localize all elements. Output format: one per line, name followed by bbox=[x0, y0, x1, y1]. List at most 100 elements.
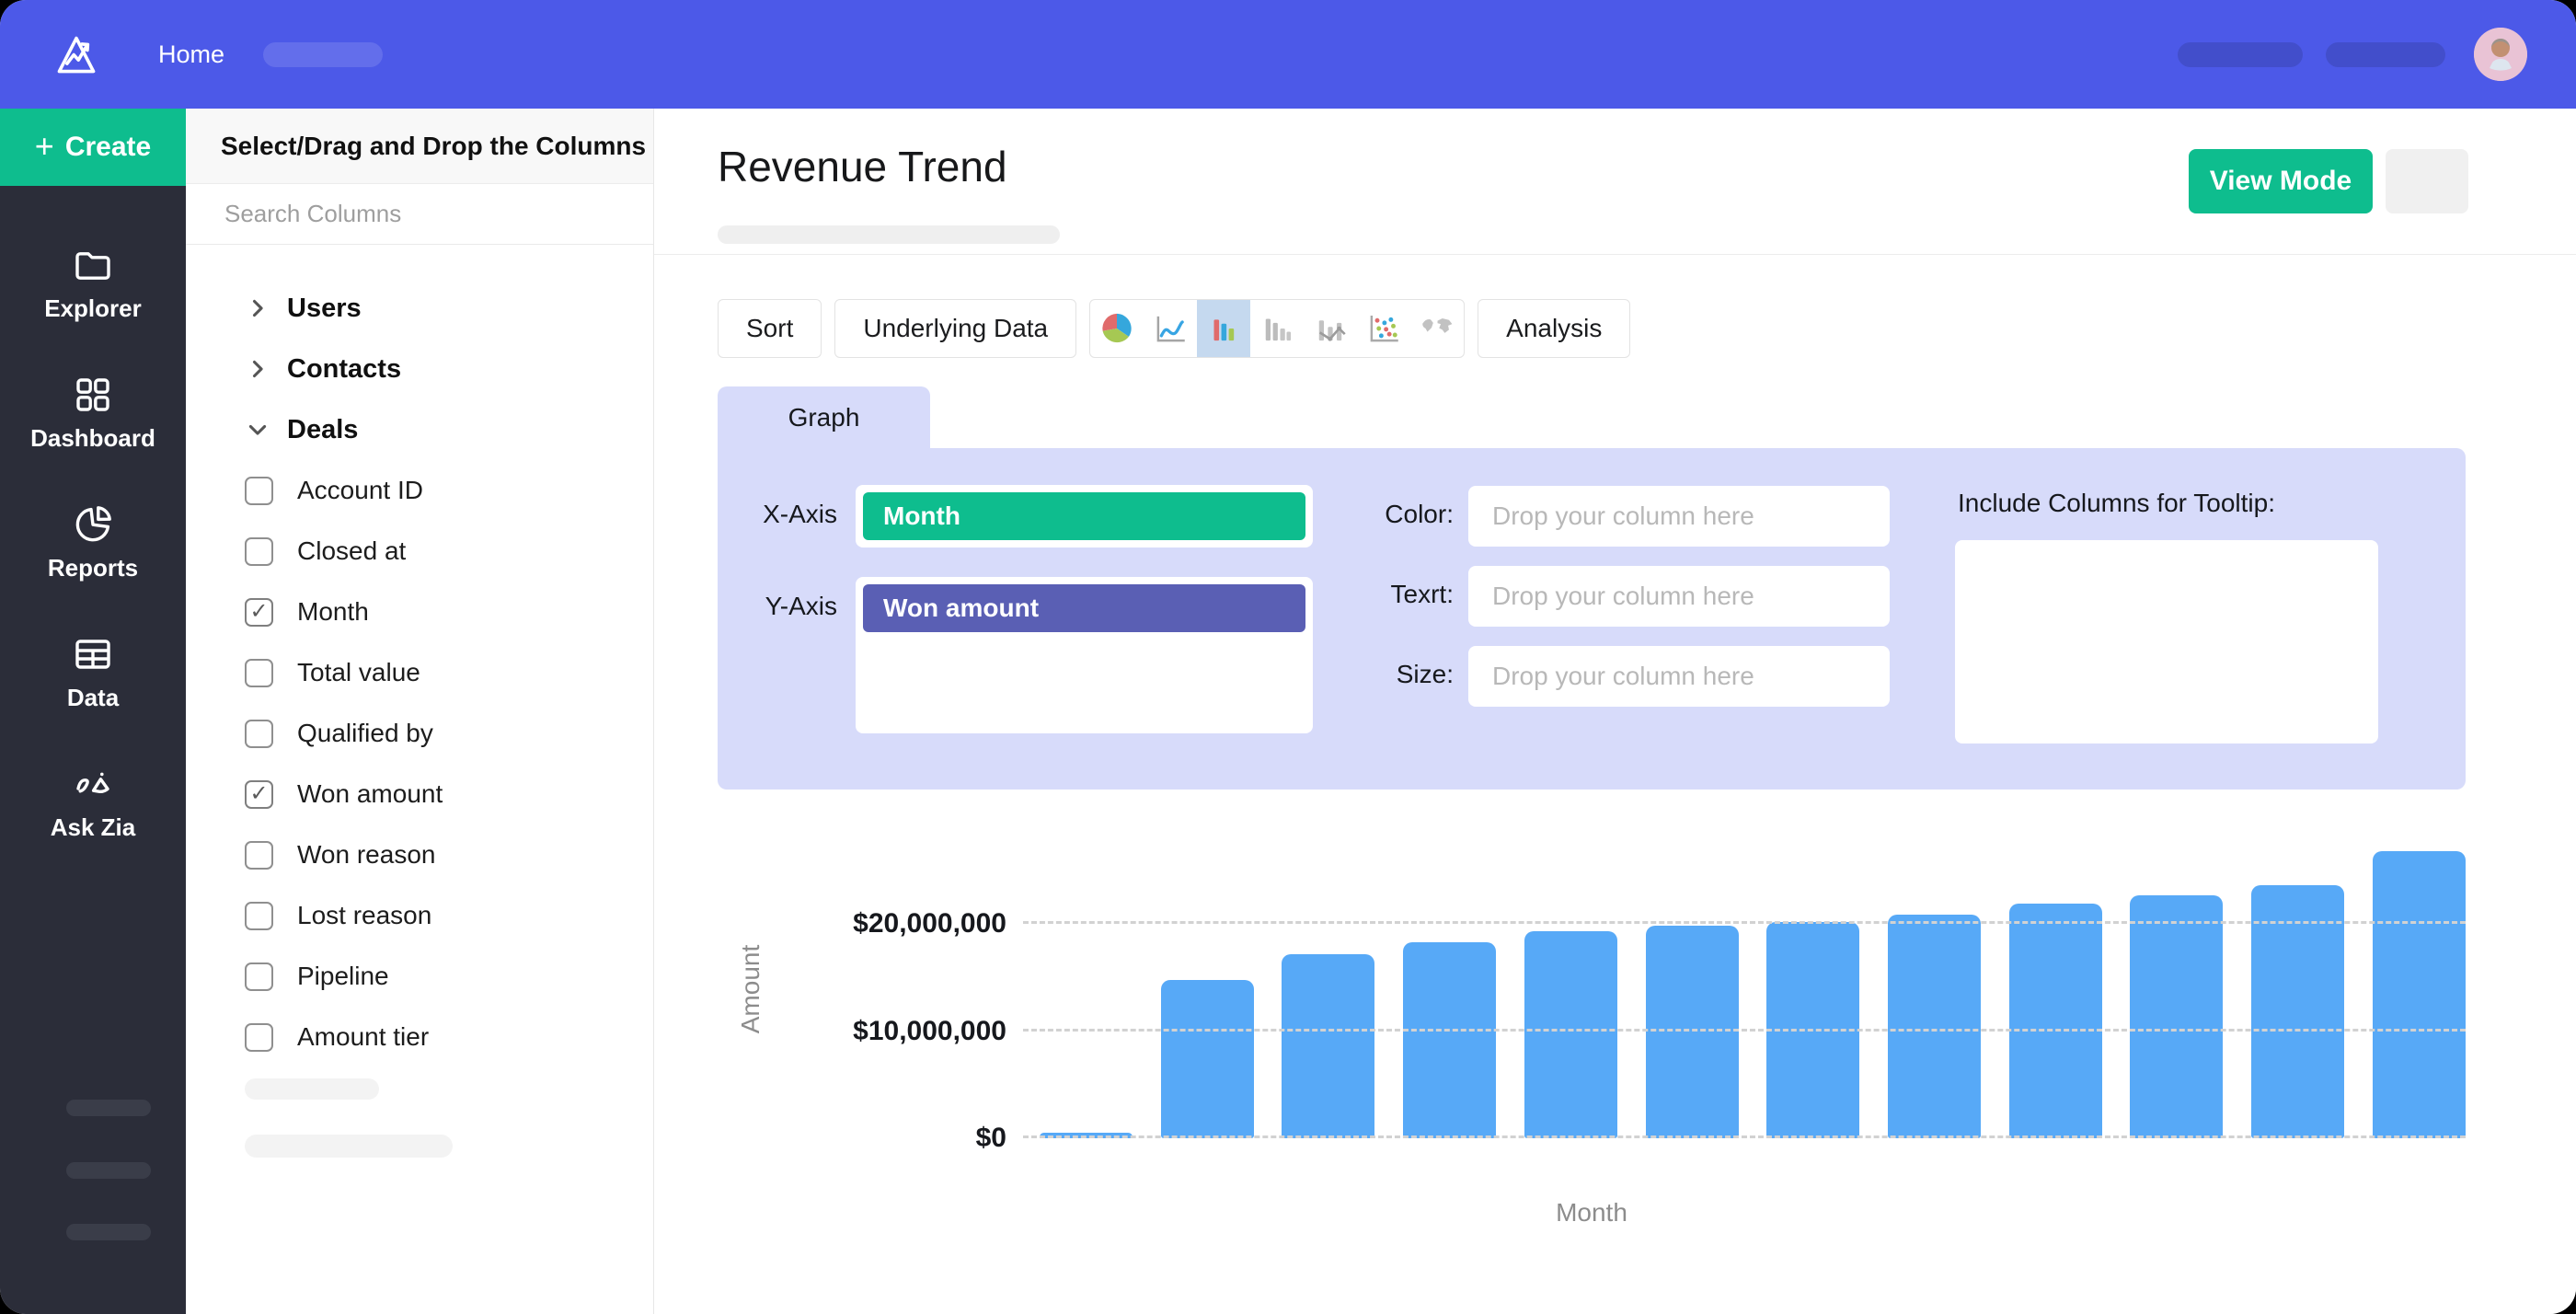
tree-field-amount-tier[interactable]: ✓ Amount tier bbox=[186, 1007, 653, 1067]
y-axis-ticks: Amount $0$10,000,000$20,000,000 bbox=[718, 837, 1040, 1138]
tree-item-label: Total value bbox=[297, 658, 420, 687]
y-axis-title: Amount bbox=[736, 897, 765, 1081]
check-icon: ✓ bbox=[249, 601, 268, 623]
folder-icon bbox=[71, 243, 115, 287]
create-button-label: Create bbox=[65, 132, 151, 163]
checkbox-lost-reason[interactable]: ✓ bbox=[245, 902, 273, 930]
sidebar-item-dashboard[interactable]: Dashboard bbox=[30, 373, 155, 453]
tree-group-contacts[interactable]: Contacts bbox=[186, 339, 653, 399]
checkbox-closed-at[interactable]: ✓ bbox=[245, 537, 273, 566]
sidebar-nav: Explorer Dashboard Reports Data Ask Zia bbox=[0, 186, 186, 892]
tooltip-columns-dropwell[interactable] bbox=[1955, 540, 2378, 743]
sidebar-item-label: Dashboard bbox=[30, 424, 155, 453]
checkbox-won-reason[interactable]: ✓ bbox=[245, 841, 273, 870]
chart-type-switcher bbox=[1089, 299, 1465, 358]
bar-month-6 bbox=[1646, 926, 1739, 1138]
plot-area bbox=[1040, 837, 2466, 1138]
checkbox-won-amount[interactable]: ✓ bbox=[245, 780, 273, 809]
tree-item-label: Account ID bbox=[297, 476, 423, 505]
analytics-logo-icon[interactable] bbox=[52, 29, 101, 79]
checkbox-total-value[interactable]: ✓ bbox=[245, 659, 273, 687]
sidebar-skeleton-pill bbox=[66, 1224, 151, 1240]
app-window: Home + Create Explorer Dashboard Reports Da… bbox=[0, 0, 2576, 1314]
sidebar-item-data[interactable]: Data bbox=[67, 632, 119, 712]
chevron-right-icon[interactable] bbox=[245, 356, 270, 382]
tree-field-qualified-by[interactable]: ✓Qualified by bbox=[186, 703, 653, 764]
tree-item-label: Amount tier bbox=[297, 1022, 429, 1052]
chevron-down-icon[interactable] bbox=[245, 417, 270, 443]
size-drop-input[interactable] bbox=[1468, 646, 1890, 707]
x-axis-chip[interactable]: Month bbox=[863, 492, 1305, 540]
x-axis-title: Month bbox=[718, 1198, 2466, 1228]
columns-skeleton-pill bbox=[245, 1135, 453, 1158]
topbar-skeleton-pill bbox=[2326, 42, 2445, 67]
map-chart-icon[interactable] bbox=[1410, 300, 1464, 357]
checkbox-qualified-by[interactable]: ✓ bbox=[245, 720, 273, 748]
tree-item-label: Deals bbox=[287, 415, 358, 445]
tree-field-pipeline[interactable]: ✓Pipeline bbox=[186, 946, 653, 1007]
tree-item-label: Won amount bbox=[297, 779, 443, 809]
bar-month-12 bbox=[2373, 851, 2466, 1138]
tab-graph[interactable]: Graph bbox=[718, 386, 930, 449]
placeholder-button[interactable] bbox=[2386, 149, 2468, 213]
color-drop-input[interactable] bbox=[1468, 486, 1890, 547]
tree-item-label: Month bbox=[297, 597, 369, 627]
tree-item-label: Closed at bbox=[297, 536, 406, 566]
bar-month-2 bbox=[1161, 980, 1254, 1138]
columns-skeleton-pill bbox=[245, 1078, 379, 1100]
tree-field-closed-at[interactable]: ✓ Closed at bbox=[186, 521, 653, 582]
bars-container bbox=[1040, 837, 2466, 1138]
text-drop-input[interactable] bbox=[1468, 566, 1890, 627]
gridline bbox=[1023, 1029, 2466, 1032]
sidebar-item-reports[interactable]: Reports bbox=[48, 502, 138, 582]
sort-button[interactable]: Sort bbox=[718, 299, 822, 358]
tree-field-lost-reason[interactable]: ✓Lost reason bbox=[186, 885, 653, 946]
checkbox-month[interactable]: ✓ bbox=[245, 598, 273, 627]
sidebar-item-label: Data bbox=[67, 684, 119, 712]
underlying-data-button[interactable]: Underlying Data bbox=[834, 299, 1076, 358]
nav-home[interactable]: Home bbox=[158, 0, 224, 109]
scatter-chart-icon[interactable] bbox=[1357, 300, 1410, 357]
main-area: Revenue Trend View Mode Sort Underlying … bbox=[654, 109, 2576, 1314]
sidebar-item-explorer[interactable]: Explorer bbox=[44, 243, 142, 323]
grid-icon bbox=[71, 373, 115, 417]
bar-month-10 bbox=[2130, 895, 2223, 1138]
checkbox-account-id[interactable]: ✓ bbox=[245, 477, 273, 505]
x-axis-dropwell[interactable]: Month bbox=[856, 485, 1313, 548]
tooltip-columns-label: Include Columns for Tooltip: bbox=[1958, 489, 2275, 518]
sidebar-item-ask-zia[interactable]: Ask Zia bbox=[51, 762, 136, 842]
create-button[interactable]: + Create bbox=[0, 109, 186, 186]
view-mode-button[interactable]: View Mode bbox=[2189, 149, 2373, 213]
tree-field-account-id[interactable]: ✓ Account ID bbox=[186, 460, 653, 521]
toolbar: Sort Underlying Data Analysis bbox=[718, 299, 1630, 358]
sidebar-skeleton-pill bbox=[66, 1100, 151, 1116]
bar-line-chart-icon[interactable] bbox=[1304, 300, 1357, 357]
sidebar-item-label: Reports bbox=[48, 554, 138, 582]
y-axis-dropwell[interactable]: Won amount bbox=[856, 577, 1313, 733]
checkbox-amount-tier[interactable]: ✓ bbox=[245, 1023, 273, 1052]
user-avatar[interactable] bbox=[2474, 28, 2527, 81]
search-columns-input[interactable] bbox=[186, 184, 653, 244]
tree-group-deals[interactable]: Deals bbox=[186, 399, 653, 460]
chevron-right-icon[interactable] bbox=[245, 295, 270, 321]
tree-field-won-reason[interactable]: ✓ Won reason bbox=[186, 824, 653, 885]
bar-chart-icon[interactable] bbox=[1197, 300, 1250, 357]
bar-chart-gray-icon[interactable] bbox=[1250, 300, 1304, 357]
tree-item-label: Won reason bbox=[297, 840, 435, 870]
columns-panel: Select/Drag and Drop the Columns UsersCo… bbox=[186, 109, 654, 1314]
topbar: Home bbox=[0, 0, 2576, 109]
y-axis-chip[interactable]: Won amount bbox=[863, 584, 1305, 632]
tree-item-label: Contacts bbox=[287, 354, 401, 385]
tree-field-won-amount[interactable]: ✓ Won amount bbox=[186, 764, 653, 824]
tree-field-month[interactable]: ✓ Month bbox=[186, 582, 653, 642]
sidebar-item-label: Ask Zia bbox=[51, 813, 136, 842]
topbar-skeleton-pill bbox=[263, 42, 383, 67]
checkbox-pipeline[interactable]: ✓ bbox=[245, 962, 273, 991]
tree-group-users[interactable]: Users bbox=[186, 278, 653, 339]
analysis-button[interactable]: Analysis bbox=[1478, 299, 1630, 358]
pie-icon bbox=[71, 502, 115, 547]
pie-chart-icon[interactable] bbox=[1090, 300, 1144, 357]
tree-field-total-value[interactable]: ✓ Total value bbox=[186, 642, 653, 703]
line-chart-icon[interactable] bbox=[1144, 300, 1197, 357]
table-icon bbox=[71, 632, 115, 676]
